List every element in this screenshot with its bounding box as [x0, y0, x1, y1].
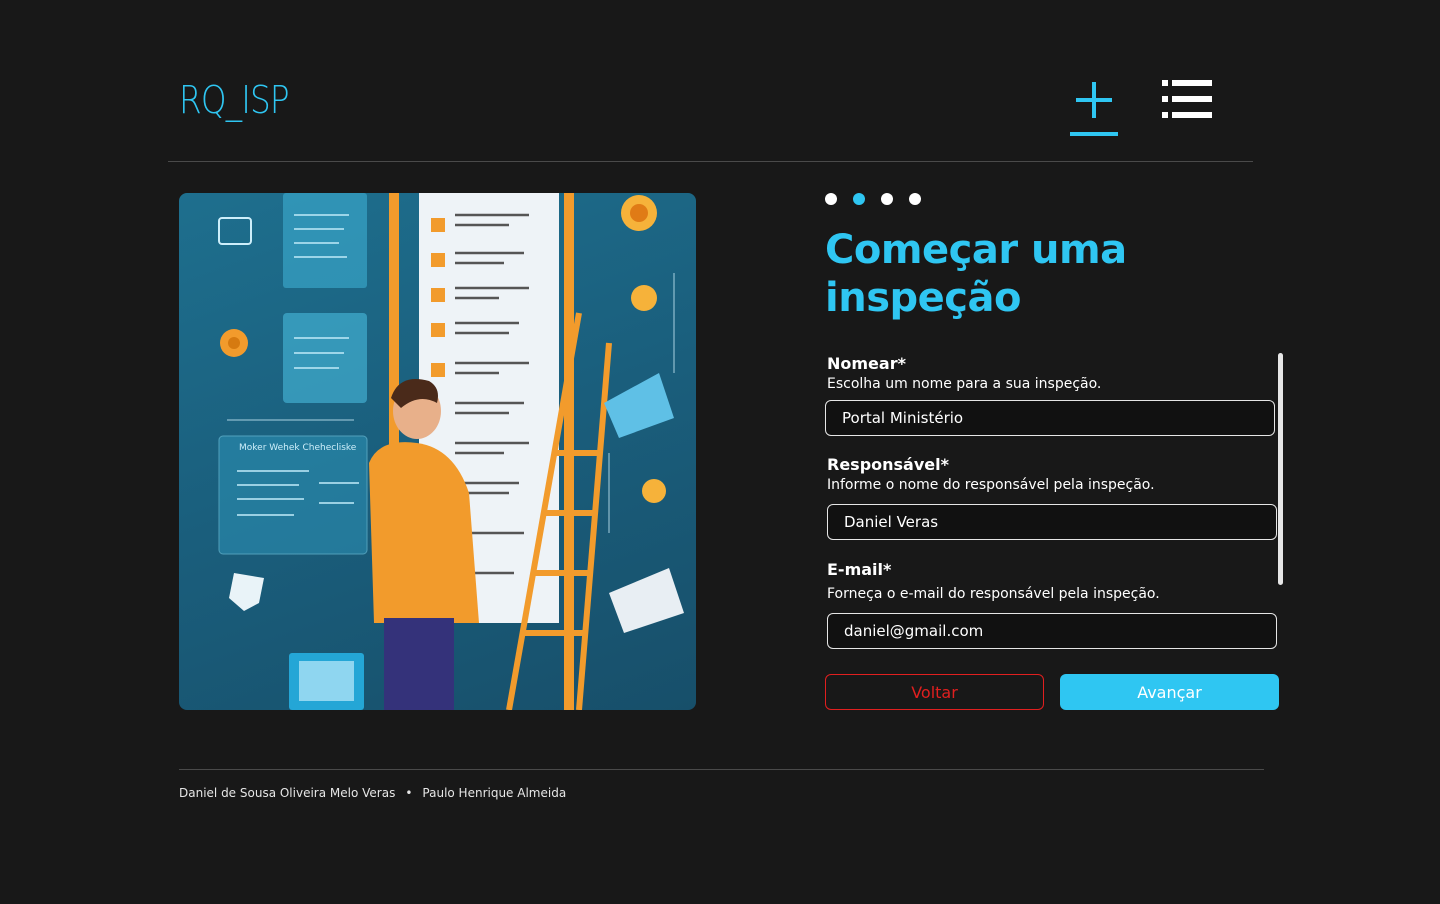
footer-author: Paulo Henrique Almeida — [422, 786, 567, 800]
panel-label: Moker Wehek Chehecliske — [239, 443, 357, 453]
footer-author: Daniel de Sousa Oliveira Melo Veras — [179, 786, 396, 800]
footer-credits: Daniel de Sousa Oliveira Melo Veras • Pa… — [179, 786, 566, 800]
footer-separator: • — [405, 786, 413, 800]
next-button[interactable]: Avançar — [1060, 674, 1279, 710]
step-dot — [881, 193, 893, 205]
form-scrollbar[interactable] — [1278, 353, 1283, 585]
responsible-hint: Informe o nome do responsável pela inspe… — [827, 477, 1155, 493]
step-indicator — [825, 193, 921, 205]
back-button[interactable]: Voltar — [825, 674, 1044, 710]
page-title: Começar uma inspeção — [825, 227, 1127, 321]
email-input[interactable] — [827, 613, 1277, 649]
footer-divider — [179, 769, 1264, 770]
responsible-input[interactable] — [827, 504, 1277, 540]
name-hint: Escolha um nome para a sua inspeção. — [827, 376, 1102, 392]
step-dot-active — [853, 193, 865, 205]
active-nav-indicator — [1070, 132, 1118, 136]
step-dot — [825, 193, 837, 205]
app-logo[interactable]: RQ_ISP — [179, 78, 290, 122]
inspection-list-nav-button[interactable] — [1162, 80, 1212, 118]
step-dot — [909, 193, 921, 205]
inspection-illustration: Moker Wehek Chehecliske — [179, 193, 696, 710]
header-divider — [168, 161, 1253, 162]
responsible-label: Responsável* — [827, 455, 949, 474]
name-input[interactable] — [825, 400, 1275, 436]
email-label: E-mail* — [827, 560, 892, 579]
email-hint: Forneça o e-mail do responsável pela ins… — [827, 586, 1160, 602]
new-inspection-nav-button[interactable] — [1070, 78, 1118, 138]
name-label: Nomear* — [827, 354, 906, 373]
